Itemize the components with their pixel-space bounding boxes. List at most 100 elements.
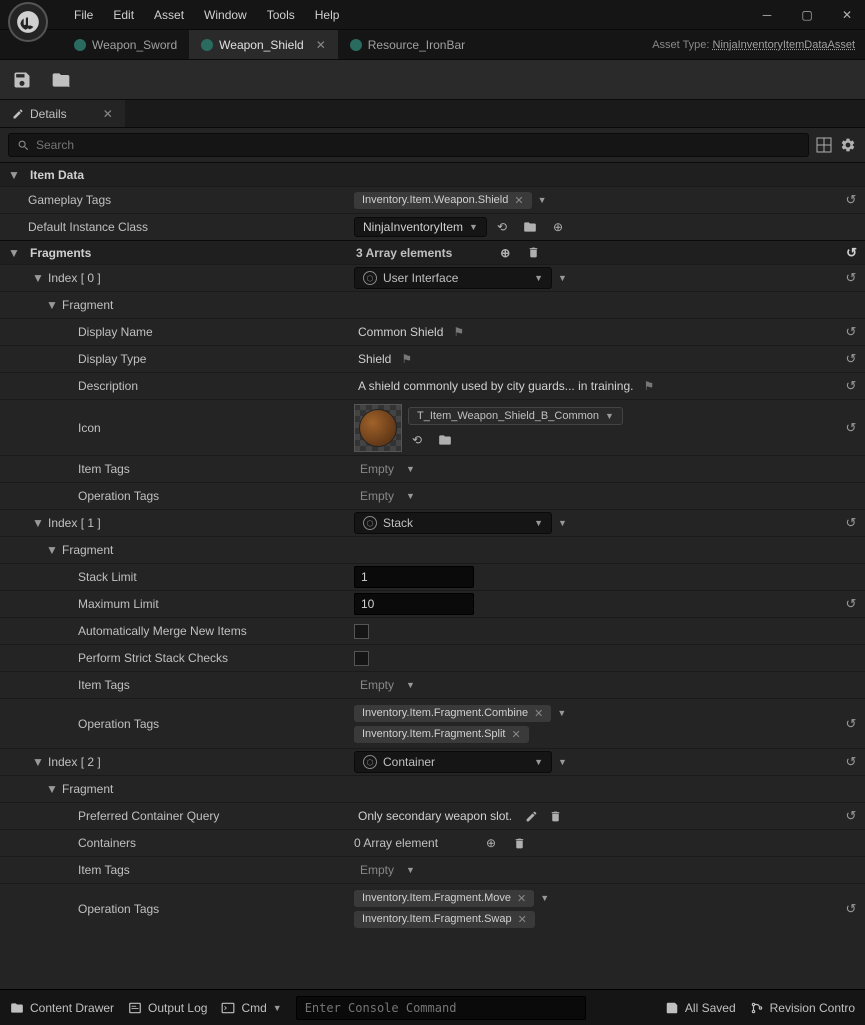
browse-to-icon[interactable] [436, 431, 454, 449]
asset-type-link[interactable]: NinjaInventoryItemDataAsset [713, 39, 855, 51]
reset-icon[interactable]: ↺ [846, 515, 857, 531]
reset-icon[interactable]: ↺ [846, 754, 857, 770]
reset-icon[interactable]: ↺ [846, 245, 857, 261]
minimize-button[interactable]: ─ [757, 5, 777, 25]
operation-tag-pill[interactable]: Inventory.Item.Fragment.Combine✕ [354, 705, 551, 722]
localize-flag-icon[interactable]: ⚑ [643, 379, 654, 393]
chevron-down-icon[interactable]: ▼ [538, 195, 547, 205]
close-button[interactable]: ✕ [837, 5, 857, 25]
details-tab-close-icon[interactable]: ✕ [103, 107, 113, 121]
edit-query-icon[interactable] [522, 807, 540, 825]
chevron-down-icon[interactable]: ▼ [406, 464, 415, 474]
remove-tag-icon[interactable]: ✕ [514, 194, 523, 207]
use-selected-icon[interactable]: ⟲ [493, 218, 511, 236]
expander-icon[interactable]: ▼ [8, 246, 20, 260]
details-tab[interactable]: Details ✕ [0, 100, 125, 127]
element-menu-icon[interactable]: ▼ [558, 518, 567, 528]
expander-icon[interactable]: ▼ [46, 543, 58, 557]
output-log-button[interactable]: Output Log [128, 1001, 207, 1015]
localize-flag-icon[interactable]: ⚑ [453, 325, 464, 339]
cmd-dropdown[interactable]: Cmd ▼ [221, 1001, 281, 1015]
chevron-down-icon[interactable]: ▼ [406, 865, 415, 875]
menu-edit[interactable]: Edit [113, 8, 134, 22]
remove-tag-icon[interactable]: ✕ [517, 892, 526, 905]
value-description[interactable]: A shield commonly used by city guards...… [354, 379, 637, 393]
chevron-down-icon[interactable]: ▼ [540, 893, 549, 903]
clear-array-icon[interactable] [510, 834, 528, 852]
icon-asset-dropdown[interactable]: T_Item_Weapon_Shield_B_Common ▼ [408, 407, 623, 425]
reset-icon[interactable]: ↺ [846, 192, 857, 208]
tab-weapon-shield[interactable]: Weapon_Shield ✕ [189, 30, 338, 59]
tab-resource-ironbar[interactable]: Resource_IronBar [338, 30, 477, 59]
menu-file[interactable]: File [74, 8, 93, 22]
all-saved-button[interactable]: All Saved [665, 1001, 736, 1015]
fragment-type-dropdown[interactable]: ⬡Stack ▼ [354, 512, 552, 534]
search-box[interactable] [8, 133, 809, 157]
expander-icon[interactable]: ▼ [46, 298, 58, 312]
save-button[interactable] [12, 70, 32, 90]
reset-icon[interactable]: ↺ [846, 596, 857, 612]
tab-weapon-sword[interactable]: Weapon_Sword [62, 30, 189, 59]
add-element-icon[interactable]: ⊕ [496, 244, 514, 262]
value-display-type[interactable]: Shield [354, 352, 395, 366]
menu-window[interactable]: Window [204, 8, 247, 22]
fragment-type-dropdown[interactable]: ⬡User Interface ▼ [354, 267, 552, 289]
property-matrix-icon[interactable] [815, 136, 833, 154]
chevron-down-icon[interactable]: ▼ [557, 708, 566, 718]
expander-icon[interactable]: ▼ [8, 168, 20, 182]
expander-icon[interactable]: ▼ [32, 516, 44, 530]
class-dropdown[interactable]: NinjaInventoryItem ▼ [354, 217, 487, 237]
reset-icon[interactable]: ↺ [846, 716, 857, 732]
menu-tools[interactable]: Tools [267, 8, 295, 22]
reset-icon[interactable]: ↺ [846, 324, 857, 340]
expander-icon[interactable]: ▼ [32, 271, 44, 285]
reset-icon[interactable]: ↺ [846, 420, 857, 436]
clear-array-icon[interactable] [524, 244, 542, 262]
chevron-down-icon[interactable]: ▼ [406, 680, 415, 690]
browse-button[interactable] [50, 70, 72, 90]
row-fragments[interactable]: ▼ Fragments 3 Array elements ⊕ ↺ [0, 240, 865, 264]
element-menu-icon[interactable]: ▼ [558, 757, 567, 767]
console-command-input[interactable] [296, 996, 586, 1020]
reset-icon[interactable]: ↺ [846, 378, 857, 394]
stack-limit-input[interactable] [354, 566, 474, 588]
browse-to-icon[interactable] [521, 218, 539, 236]
chevron-down-icon[interactable]: ▼ [406, 491, 415, 501]
menu-help[interactable]: Help [315, 8, 340, 22]
gameplay-tag-pill[interactable]: Inventory.Item.Weapon.Shield ✕ [354, 192, 532, 209]
operation-tag-pill[interactable]: Inventory.Item.Fragment.Move✕ [354, 890, 534, 907]
details-panel[interactable]: ▼ Item Data Gameplay Tags Inventory.Item… [0, 162, 865, 989]
fragment-type-dropdown[interactable]: ⬡Container ▼ [354, 751, 552, 773]
use-selected-icon[interactable]: ⟲ [408, 431, 426, 449]
category-item-data[interactable]: ▼ Item Data [0, 162, 865, 186]
remove-tag-icon[interactable]: ✕ [534, 707, 543, 720]
unreal-logo[interactable] [8, 2, 48, 42]
reset-icon[interactable]: ↺ [846, 351, 857, 367]
operation-tag-pill[interactable]: Inventory.Item.Fragment.Swap✕ [354, 911, 535, 928]
auto-merge-checkbox[interactable] [354, 624, 369, 639]
menu-asset[interactable]: Asset [154, 8, 184, 22]
tab-close-icon[interactable]: ✕ [316, 38, 326, 52]
settings-gear-icon[interactable] [839, 136, 857, 154]
add-new-icon[interactable]: ⊕ [549, 218, 567, 236]
content-drawer-button[interactable]: Content Drawer [10, 1001, 114, 1015]
search-input[interactable] [36, 138, 800, 152]
expander-icon[interactable]: ▼ [46, 782, 58, 796]
reset-icon[interactable]: ↺ [846, 270, 857, 286]
maximum-limit-input[interactable] [354, 593, 474, 615]
reset-icon[interactable]: ↺ [846, 901, 857, 917]
clear-query-icon[interactable] [546, 807, 564, 825]
value-display-name[interactable]: Common Shield [354, 325, 447, 339]
add-element-icon[interactable]: ⊕ [482, 834, 500, 852]
remove-tag-icon[interactable]: ✕ [518, 913, 527, 926]
maximize-button[interactable]: ▢ [797, 5, 817, 25]
operation-tag-pill[interactable]: Inventory.Item.Fragment.Split✕ [354, 726, 529, 743]
remove-tag-icon[interactable]: ✕ [511, 728, 520, 741]
element-menu-icon[interactable]: ▼ [558, 273, 567, 283]
strict-stack-checkbox[interactable] [354, 651, 369, 666]
revision-control-button[interactable]: Revision Contro [750, 1001, 855, 1015]
expander-icon[interactable]: ▼ [32, 755, 44, 769]
reset-icon[interactable]: ↺ [846, 808, 857, 824]
icon-thumbnail[interactable] [354, 404, 402, 452]
localize-flag-icon[interactable]: ⚑ [401, 352, 412, 366]
